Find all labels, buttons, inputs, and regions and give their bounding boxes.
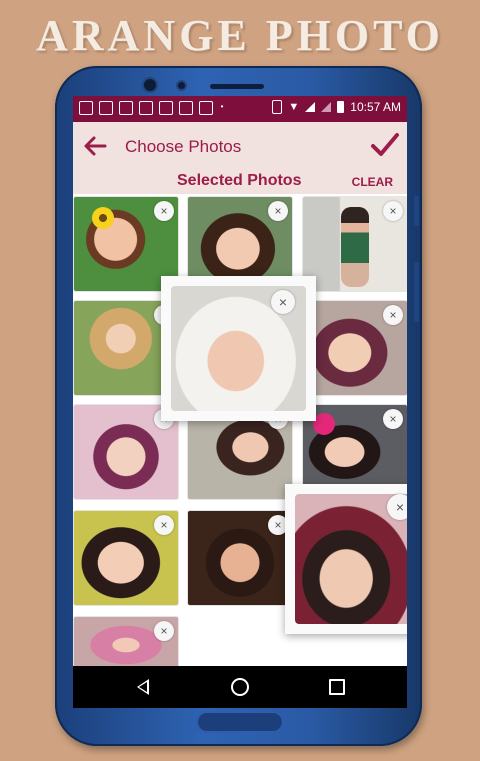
- close-icon[interactable]: ×: [387, 494, 407, 520]
- app-icon: [119, 101, 133, 115]
- front-camera: [144, 79, 156, 91]
- close-icon[interactable]: ×: [154, 621, 174, 641]
- app-banner: ARANGE PHOTO: [36, 11, 444, 60]
- image-icon: [139, 101, 153, 115]
- selected-photos-title: Selected Photos: [177, 172, 302, 189]
- phone-side-button: [414, 196, 419, 226]
- close-icon[interactable]: ×: [154, 201, 174, 221]
- message-icon: [79, 101, 93, 115]
- photo-tile[interactable]: ×: [302, 196, 407, 292]
- close-icon[interactable]: ×: [383, 409, 403, 429]
- checkmark-icon[interactable]: [369, 129, 401, 161]
- close-icon[interactable]: ×: [383, 201, 403, 221]
- phone-side-button-2: [414, 262, 419, 322]
- app-icon: [99, 101, 113, 115]
- flower-decoration: [92, 207, 114, 229]
- status-bar: • ▼ 10:57 AM: [73, 96, 407, 122]
- no-sim-icon: [321, 102, 332, 112]
- screen-icon: [179, 101, 193, 115]
- close-icon[interactable]: ×: [268, 201, 288, 221]
- page-title: Choose Photos: [125, 137, 242, 156]
- close-icon[interactable]: ×: [383, 305, 403, 325]
- signal-icon: [305, 102, 316, 112]
- child-figure: [341, 207, 369, 287]
- phone-home-button[interactable]: [196, 711, 284, 733]
- proximity-sensor: [178, 82, 185, 89]
- back-arrow-icon[interactable]: [81, 132, 109, 160]
- photo-tile[interactable]: ×: [73, 510, 179, 606]
- notification-icons: •: [79, 101, 225, 115]
- selection-header: Selected Photos CLEAR: [73, 170, 407, 194]
- battery-icon: [337, 101, 345, 113]
- dragged-photo-card[interactable]: ×: [285, 484, 407, 634]
- nav-recent-icon[interactable]: [329, 679, 345, 695]
- photo-tile[interactable]: ×: [302, 300, 407, 396]
- phone-screen: • ▼ 10:57 AM Choose Photos Selected Phot…: [73, 96, 407, 708]
- close-icon[interactable]: ×: [271, 290, 295, 314]
- wifi-icon: ▼: [288, 101, 300, 113]
- bullet-icon: •: [220, 102, 224, 111]
- navigation-bar: [73, 666, 407, 708]
- status-time: 10:57 AM: [350, 100, 401, 114]
- photo-tile[interactable]: ×: [187, 510, 293, 606]
- nav-back-icon[interactable]: [137, 679, 149, 695]
- trophy-icon: [199, 101, 213, 115]
- earpiece-speaker: [210, 84, 264, 89]
- clear-button[interactable]: CLEAR: [352, 175, 393, 189]
- app-bar: Choose Photos: [73, 122, 407, 170]
- close-icon[interactable]: ×: [154, 515, 174, 535]
- dragged-photo-card[interactable]: ×: [161, 276, 316, 421]
- flower-decoration: [313, 413, 335, 435]
- tiktok-icon: [159, 101, 173, 115]
- nav-home-icon[interactable]: [231, 678, 249, 696]
- vibrate-icon: [272, 100, 283, 114]
